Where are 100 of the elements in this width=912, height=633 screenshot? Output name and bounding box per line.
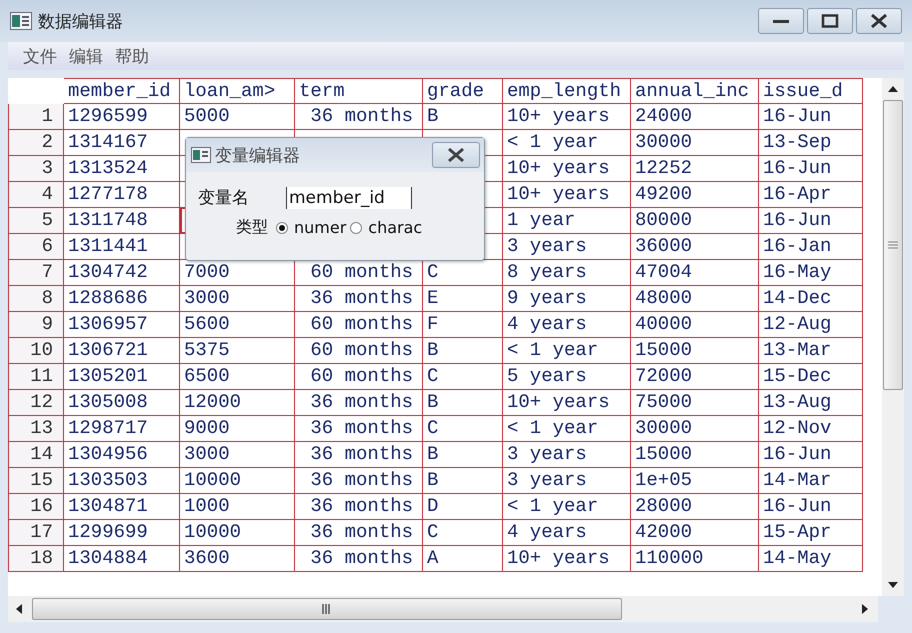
table-cell: 10000 <box>180 520 295 546</box>
table-cell: 42000 <box>631 520 759 546</box>
table-cell: 16-Jun <box>759 156 863 182</box>
row-number: 17 <box>8 520 64 546</box>
variable-name-field[interactable]: member_id <box>286 186 412 208</box>
table-cell: 9000 <box>180 416 295 442</box>
row-number: 4 <box>8 182 64 208</box>
scroll-down-icon[interactable] <box>888 582 898 588</box>
table-cell: 3600 <box>180 546 295 572</box>
table-cell: C <box>423 416 503 442</box>
row-number: 18 <box>8 546 64 572</box>
table-cell: C <box>423 260 503 286</box>
table-cell: 28000 <box>631 494 759 520</box>
table-cell: 15-Apr <box>759 520 863 546</box>
table-cell: B <box>423 442 503 468</box>
table-cell: 36 months <box>295 104 423 130</box>
table-cell: 13-Aug <box>759 390 863 416</box>
table-cell: 1304956 <box>64 442 180 468</box>
row-number: 5 <box>8 208 64 234</box>
maximize-icon <box>821 14 839 28</box>
table-cell: 5600 <box>180 312 295 338</box>
close-button[interactable] <box>432 142 480 168</box>
table-cell: 10+ years <box>503 156 631 182</box>
table-cell: 36 months <box>295 520 423 546</box>
table-cell: B <box>423 104 503 130</box>
row-number: 7 <box>8 260 64 286</box>
column-header[interactable]: term <box>295 78 423 104</box>
table-cell: 75000 <box>631 390 759 416</box>
row-number: 14 <box>8 442 64 468</box>
menu-item[interactable]: 文件 <box>23 44 57 68</box>
column-header[interactable]: loan_am> <box>180 78 295 104</box>
column-header[interactable]: grade <box>423 78 503 104</box>
vertical-scrollbar-thumb[interactable] <box>883 100 903 390</box>
table-cell: 1313524 <box>64 156 180 182</box>
scroll-right-icon[interactable] <box>862 604 868 614</box>
scroll-up-icon[interactable] <box>888 86 898 92</box>
type-option[interactable]: numer <box>276 218 346 237</box>
column-header[interactable]: emp_length <box>503 78 631 104</box>
table-cell: 49200 <box>631 182 759 208</box>
column-header[interactable]: member_id <box>64 78 180 104</box>
table-cell: 36 months <box>295 468 423 494</box>
table-cell: 16-Jun <box>759 442 863 468</box>
table-cell: 60 months <box>295 338 423 364</box>
table-cell: 60 months <box>295 260 423 286</box>
dialog-app-icon <box>191 147 211 163</box>
table-cell: B <box>423 468 503 494</box>
menu-item[interactable]: 编辑 <box>69 44 103 68</box>
table-cell: 24000 <box>631 104 759 130</box>
table-cell: 36 months <box>295 546 423 572</box>
table-cell: B <box>423 338 503 364</box>
table-cell: 36 months <box>295 390 423 416</box>
table-cell: 5375 <box>180 338 295 364</box>
table-cell: 12-Nov <box>759 416 863 442</box>
table-cell: 3 years <box>503 468 631 494</box>
table-cell: 9 years <box>503 286 631 312</box>
radio-icon[interactable] <box>276 222 288 234</box>
table-cell: 10+ years <box>503 546 631 572</box>
scroll-left-icon[interactable] <box>16 604 22 614</box>
maximize-button[interactable] <box>807 8 853 34</box>
table-cell: 1305201 <box>64 364 180 390</box>
minimize-button[interactable] <box>758 8 804 34</box>
row-number: 1 <box>8 104 64 130</box>
row-number: 6 <box>8 234 64 260</box>
table-cell: 80000 <box>631 208 759 234</box>
table-cell: 36 months <box>295 442 423 468</box>
table-cell: 36 months <box>295 286 423 312</box>
column-header[interactable]: issue_d <box>759 78 863 104</box>
menu-item[interactable]: 帮助 <box>115 44 149 68</box>
row-number: 15 <box>8 468 64 494</box>
table-cell: 1298717 <box>64 416 180 442</box>
table-cell: 1306721 <box>64 338 180 364</box>
table-cell: 110000 <box>631 546 759 572</box>
table-cell: 1303503 <box>64 468 180 494</box>
table-cell: 72000 <box>631 364 759 390</box>
row-number: 16 <box>8 494 64 520</box>
table-cell: 3000 <box>180 442 295 468</box>
table-cell: 1311441 <box>64 234 180 260</box>
radio-icon[interactable] <box>350 222 362 234</box>
table-cell: 15-Dec <box>759 364 863 390</box>
column-header[interactable]: annual_inc <box>631 78 759 104</box>
horizontal-scrollbar-thumb[interactable] <box>32 598 622 620</box>
table-cell: 14-Dec <box>759 286 863 312</box>
table-cell: D <box>423 494 503 520</box>
table-cell: 15000 <box>631 338 759 364</box>
type-option[interactable]: charac <box>350 218 422 237</box>
table-cell: 12000 <box>180 390 295 416</box>
table-cell: < 1 year <box>503 416 631 442</box>
table-cell: 13-Mar <box>759 338 863 364</box>
table-cell: 1 year <box>503 208 631 234</box>
table-cell: 3 years <box>503 234 631 260</box>
table-cell: 3 years <box>503 442 631 468</box>
table-cell: 15000 <box>631 442 759 468</box>
close-button[interactable] <box>856 8 902 34</box>
table-cell: 30000 <box>631 130 759 156</box>
dialog-title: 变量编辑器 <box>215 144 300 166</box>
table-cell: 7000 <box>180 260 295 286</box>
table-cell: 47004 <box>631 260 759 286</box>
table-cell: 12-Aug <box>759 312 863 338</box>
table-cell: 14-Mar <box>759 468 863 494</box>
table-cell: 1305008 <box>64 390 180 416</box>
